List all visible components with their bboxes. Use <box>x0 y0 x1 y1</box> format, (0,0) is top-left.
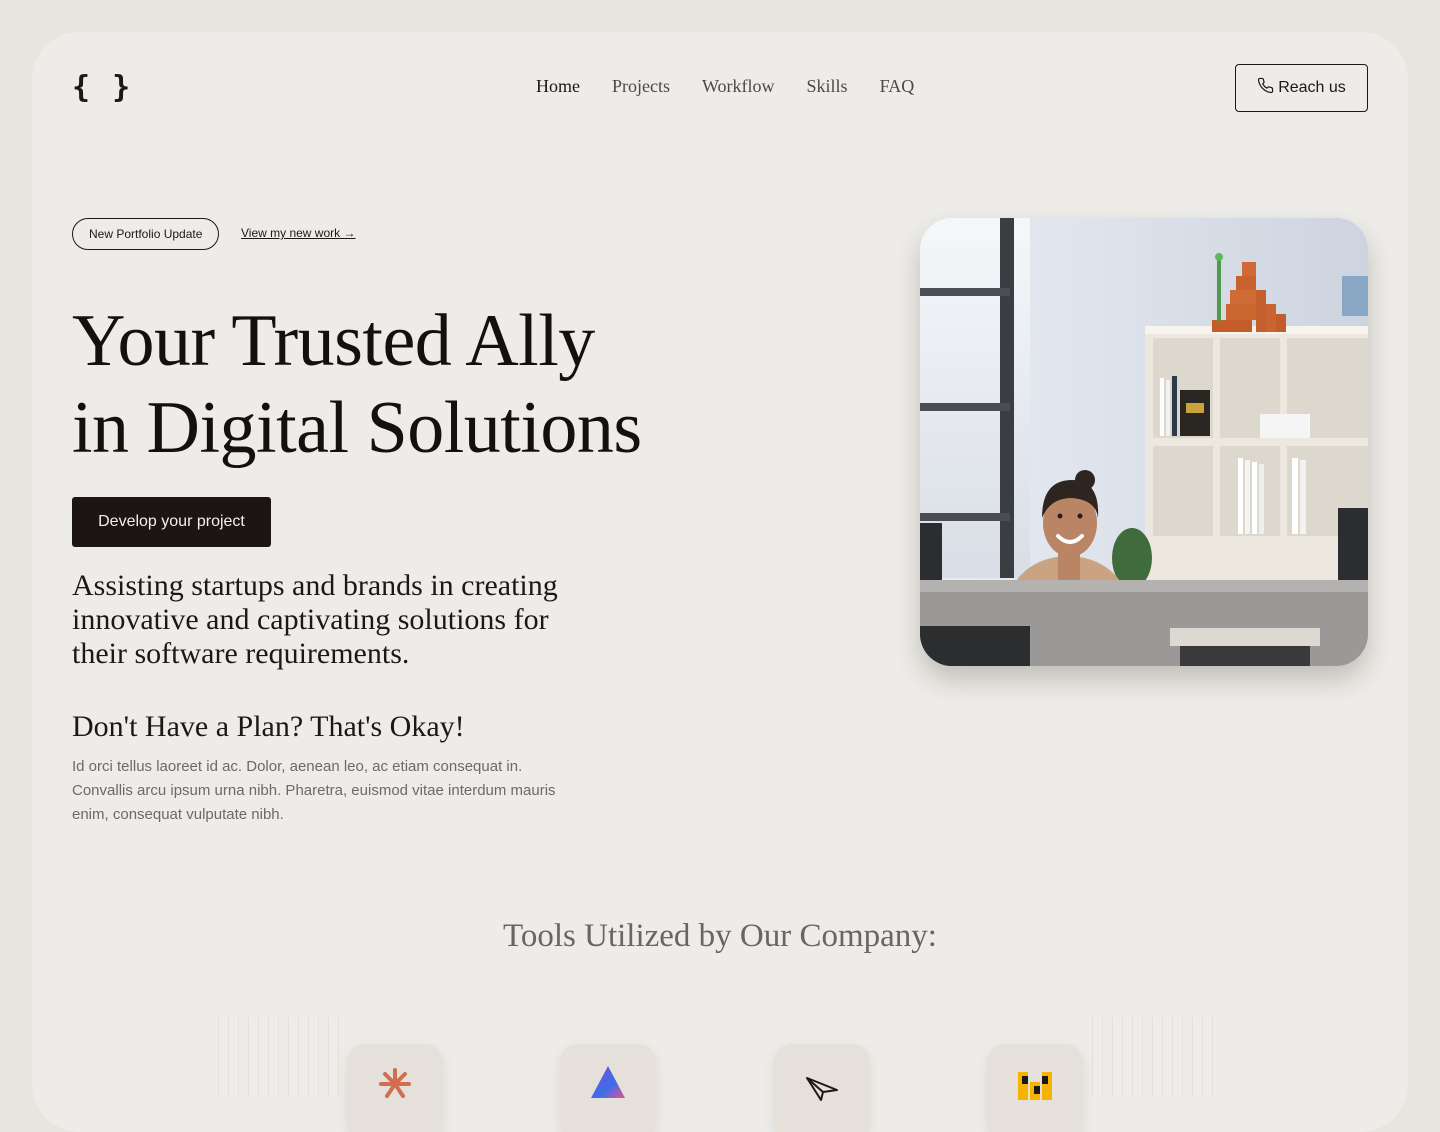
hero-photo <box>920 218 1368 666</box>
reach-us-label: Reach us <box>1278 79 1346 96</box>
nav-home[interactable]: Home <box>536 76 580 97</box>
paper-plane-icon <box>801 1062 843 1132</box>
main-nav: Home Projects Workflow Skills FAQ <box>536 76 914 97</box>
plan-heading: Don't Have a Plan? That's Okay! <box>72 710 465 743</box>
tool-card-yellow-blocks[interactable] <box>987 1044 1083 1132</box>
tool-card-paper-plane[interactable] <box>774 1044 870 1132</box>
yellow-blocks-icon <box>1014 1062 1056 1132</box>
decorative-stripes-left <box>218 1017 348 1097</box>
nav-skills[interactable]: Skills <box>807 76 848 97</box>
reach-us-button[interactable]: Reach us <box>1235 64 1368 112</box>
nav-faq[interactable]: FAQ <box>880 76 915 97</box>
claude-icon <box>374 1062 416 1132</box>
decorative-stripes-right <box>1092 1017 1222 1097</box>
hero-title-line2: in Digital Solutions <box>72 387 642 469</box>
tool-card-claude[interactable] <box>347 1044 443 1132</box>
hero-title: Your Trusted Ally in Digital Solutions <box>72 298 752 472</box>
hero-body-text: Id orci tellus laoreet id ac. Dolor, aen… <box>72 758 556 823</box>
gradient-triangle-icon <box>587 1062 629 1132</box>
logo[interactable]: { } <box>72 70 132 105</box>
view-new-work-link[interactable]: View my new work → <box>241 226 355 240</box>
hero-subtitle: Assisting startups and brands in creatin… <box>72 569 558 670</box>
tool-card-gradient-triangle[interactable] <box>560 1044 656 1132</box>
phone-icon <box>1257 77 1274 99</box>
develop-project-button[interactable]: Develop your project <box>72 497 271 547</box>
nav-projects[interactable]: Projects <box>612 76 670 97</box>
tools-section-title: Tools Utilized by Our Company: <box>503 918 937 954</box>
hero-title-line1: Your Trusted Ally <box>72 300 595 382</box>
nav-workflow[interactable]: Workflow <box>702 76 775 97</box>
page-panel: { } Home Projects Workflow Skills FAQ Re… <box>32 32 1408 1132</box>
portfolio-update-badge[interactable]: New Portfolio Update <box>72 218 220 250</box>
